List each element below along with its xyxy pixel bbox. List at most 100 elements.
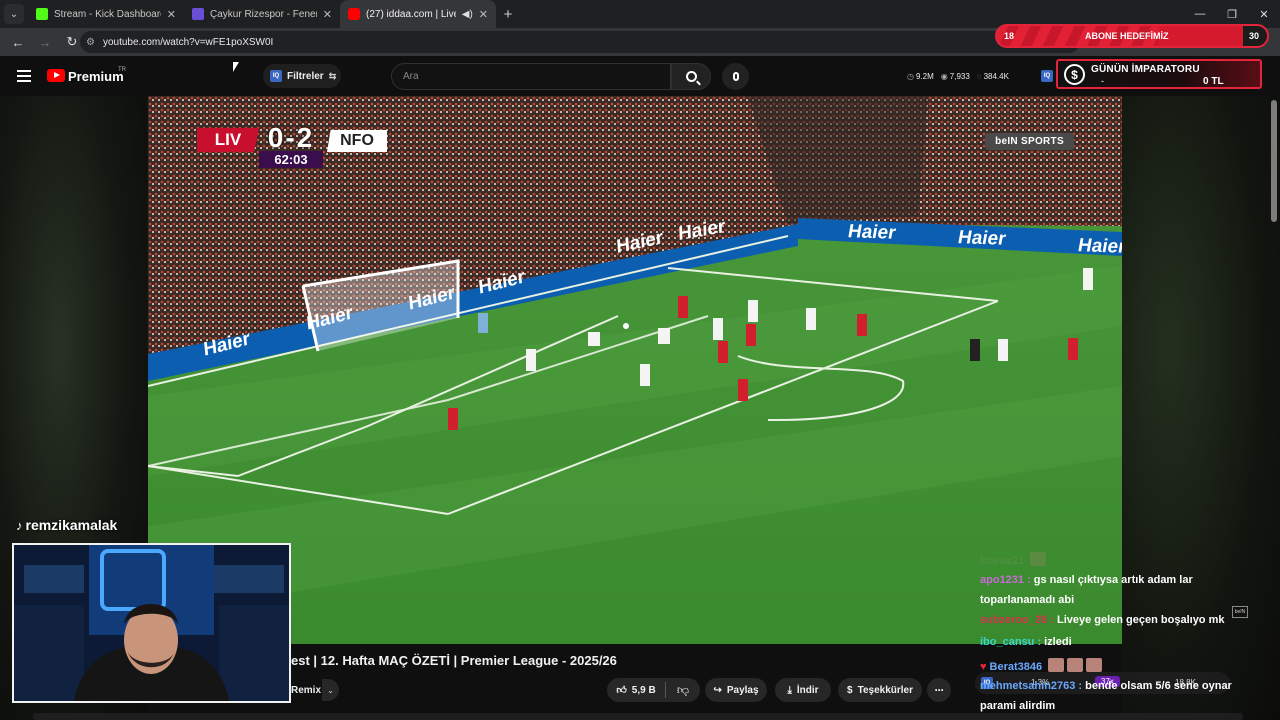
sliders-icon: ⇆ xyxy=(328,70,337,81)
dislike-button[interactable]: 👎︎ xyxy=(666,678,700,702)
bein-mini-badge: beIN xyxy=(1232,606,1248,618)
dollar-heart-icon: $ xyxy=(847,684,853,696)
globe-icon: ◌ xyxy=(976,71,982,81)
iq-extension-icon: IQ xyxy=(270,70,282,82)
search-button[interactable] xyxy=(671,63,711,90)
emote-icon xyxy=(1086,658,1103,672)
filters-label: Filtreler xyxy=(287,70,324,82)
youtube-brand[interactable]: Premium xyxy=(68,69,124,84)
close-tab-icon[interactable]: ✕ xyxy=(323,8,332,21)
url-field[interactable]: ⚙ youtube.com/watch?v=wFE1poXSW0I xyxy=(80,31,1080,53)
dollar-coin-icon: $ xyxy=(1064,64,1085,85)
donor-name: - xyxy=(1101,76,1104,86)
url-text: youtube.com/watch?v=wFE1poXSW0I xyxy=(102,36,274,48)
country-code: TR xyxy=(118,67,126,73)
goal-target: 30 xyxy=(1248,31,1259,41)
share-arrow-icon: ↪ xyxy=(713,684,722,696)
home-team: LIV xyxy=(197,128,259,152)
emote-icon xyxy=(1030,552,1047,566)
goal-label: ABONE HEDEFİMİZ xyxy=(1085,31,1169,41)
tiktok-username: remzikamalak xyxy=(25,517,118,533)
away-team: NFO xyxy=(327,130,387,152)
kick-favicon-icon xyxy=(36,8,48,20)
audio-playing-icon[interactable]: ◀) xyxy=(462,9,473,20)
tab-title: Stream - Kick Dashboard xyxy=(54,8,161,20)
browser-tab-kick[interactable]: Stream - Kick Dashboard ✕ xyxy=(28,0,184,28)
chat-text: gs nasıl çıktıysa artık adam lar xyxy=(1033,574,1193,586)
tab-title: Çaykur Rizespor - Fenerbahçe | xyxy=(210,8,317,20)
more-dots-icon: ··· xyxy=(934,683,945,697)
chat-username: Berat3846 xyxy=(989,661,1043,673)
chat-message: ♥ Berat3846 xyxy=(980,658,1103,673)
download-button[interactable]: ⤓ İndir xyxy=(775,678,831,702)
thanks-button[interactable]: $ Teşekkürler xyxy=(838,678,922,702)
iq-extension-icon[interactable]: IQ xyxy=(1041,70,1053,82)
filters-button[interactable]: IQ Filtreler ⇆ xyxy=(263,64,341,88)
browser-tab-rizespor[interactable]: Çaykur Rizespor - Fenerbahçe | ✕ xyxy=(184,0,340,28)
bottom-scroll-strip xyxy=(33,713,1243,720)
forward-arrow-icon[interactable]: → xyxy=(33,30,57,54)
like-button[interactable]: 👍︎ 5,9 B xyxy=(607,678,665,702)
goal-current: 18 xyxy=(1004,31,1015,41)
chat-username: mehmetsahin2763 : xyxy=(980,680,1083,692)
donor-amount: 0 TL xyxy=(1203,76,1224,87)
thumbs-down-icon: 👎︎ xyxy=(676,682,690,697)
menu-hamburger-icon[interactable] xyxy=(17,70,31,82)
new-tab-button[interactable]: + xyxy=(496,2,520,26)
thanks-label: Teşekkürler xyxy=(857,684,913,696)
match-clock: 62:03 xyxy=(259,151,323,168)
chat-text: toparlanamadı abi xyxy=(980,594,1075,606)
heart-icon: ♥ xyxy=(980,661,987,673)
close-tab-icon[interactable]: ✕ xyxy=(167,8,176,21)
ad-board-text: Haier xyxy=(1076,235,1122,258)
tab-title: (27) iddaa.com | Liverpool | xyxy=(366,8,456,20)
site-info-icon[interactable]: ⚙ xyxy=(86,37,95,48)
share-label: Paylaş xyxy=(726,684,759,696)
stat-third: 384.4K xyxy=(983,71,1009,81)
browser-tab-youtube[interactable]: (27) iddaa.com | Liverpool | ◀) ✕ xyxy=(340,0,496,28)
chat-message: mehmetsahin2763 : bende olsam 5/6 sene oy… xyxy=(980,680,1232,692)
chat-username: apo1231 : xyxy=(980,574,1031,586)
match-score: 0-2 xyxy=(267,122,315,153)
eye-icon: ◉ xyxy=(940,71,948,81)
video-title: est | 12. Hafta MAÇ ÖZETİ | Premier Leag… xyxy=(291,653,617,668)
share-button[interactable]: ↪ Paylaş xyxy=(705,678,767,702)
chat-text: bende olsam 5/6 sene oynar xyxy=(1085,680,1232,692)
emote-icon xyxy=(1048,658,1065,672)
microphone-icon xyxy=(732,72,739,81)
chat-text: parami alirdim xyxy=(980,700,1056,712)
streamer-webcam xyxy=(12,543,291,703)
close-tab-icon[interactable]: ✕ xyxy=(479,8,488,21)
clock-icon: ◷ xyxy=(907,71,914,81)
chat-username: ibo_cansu : xyxy=(980,636,1042,648)
youtube-logo-icon[interactable] xyxy=(47,69,65,82)
stream-chat-overlay: ktaraz21 apo1231 : gs nasıl çıktıysa artık… xyxy=(975,552,1265,720)
thumbs-up-icon: 👍︎ xyxy=(616,685,627,696)
chat-text: Liveye gelen geçen boşalıyo mk xyxy=(1056,614,1225,626)
download-icon: ⤓ xyxy=(787,684,792,696)
page-scrollbar[interactable] xyxy=(1271,100,1277,222)
voice-search-button[interactable] xyxy=(722,63,749,90)
emote-icon xyxy=(1067,658,1084,672)
webcam-feed xyxy=(14,545,289,701)
download-label: İndir xyxy=(796,684,819,696)
site-favicon-icon xyxy=(192,8,204,20)
chat-text: izledi xyxy=(1044,636,1072,648)
more-actions-button[interactable]: ··· xyxy=(927,678,951,702)
chat-message: parami alirdim xyxy=(980,700,1055,712)
search-icon xyxy=(685,71,697,82)
chat-message: subzeroo_26 : Liveye gelen geçen boşalıyo… xyxy=(980,614,1224,626)
tiktok-handle: ♪ remzikamalak xyxy=(16,517,117,533)
mouse-cursor-icon xyxy=(233,62,239,72)
chat-message: ibo_cansu : izledi xyxy=(980,636,1072,648)
stat-watching: 7,933 xyxy=(949,71,970,81)
top-donor-widget: $ GÜNÜN İMPARATORU - 0 TL xyxy=(1056,59,1262,89)
broadcaster-logo: beIN SPORTS xyxy=(985,133,1074,150)
chat-username: subzeroo_26 : xyxy=(980,614,1054,626)
back-arrow-icon[interactable]: ← xyxy=(6,30,30,54)
chat-message: toparlanamadı abi xyxy=(980,594,1074,606)
donor-title: GÜNÜN İMPARATORU xyxy=(1091,64,1200,75)
search-input[interactable]: Ara xyxy=(391,63,671,90)
tab-search-button[interactable]: ⌄ xyxy=(4,4,24,24)
stat-views: 9.2M xyxy=(915,71,934,81)
